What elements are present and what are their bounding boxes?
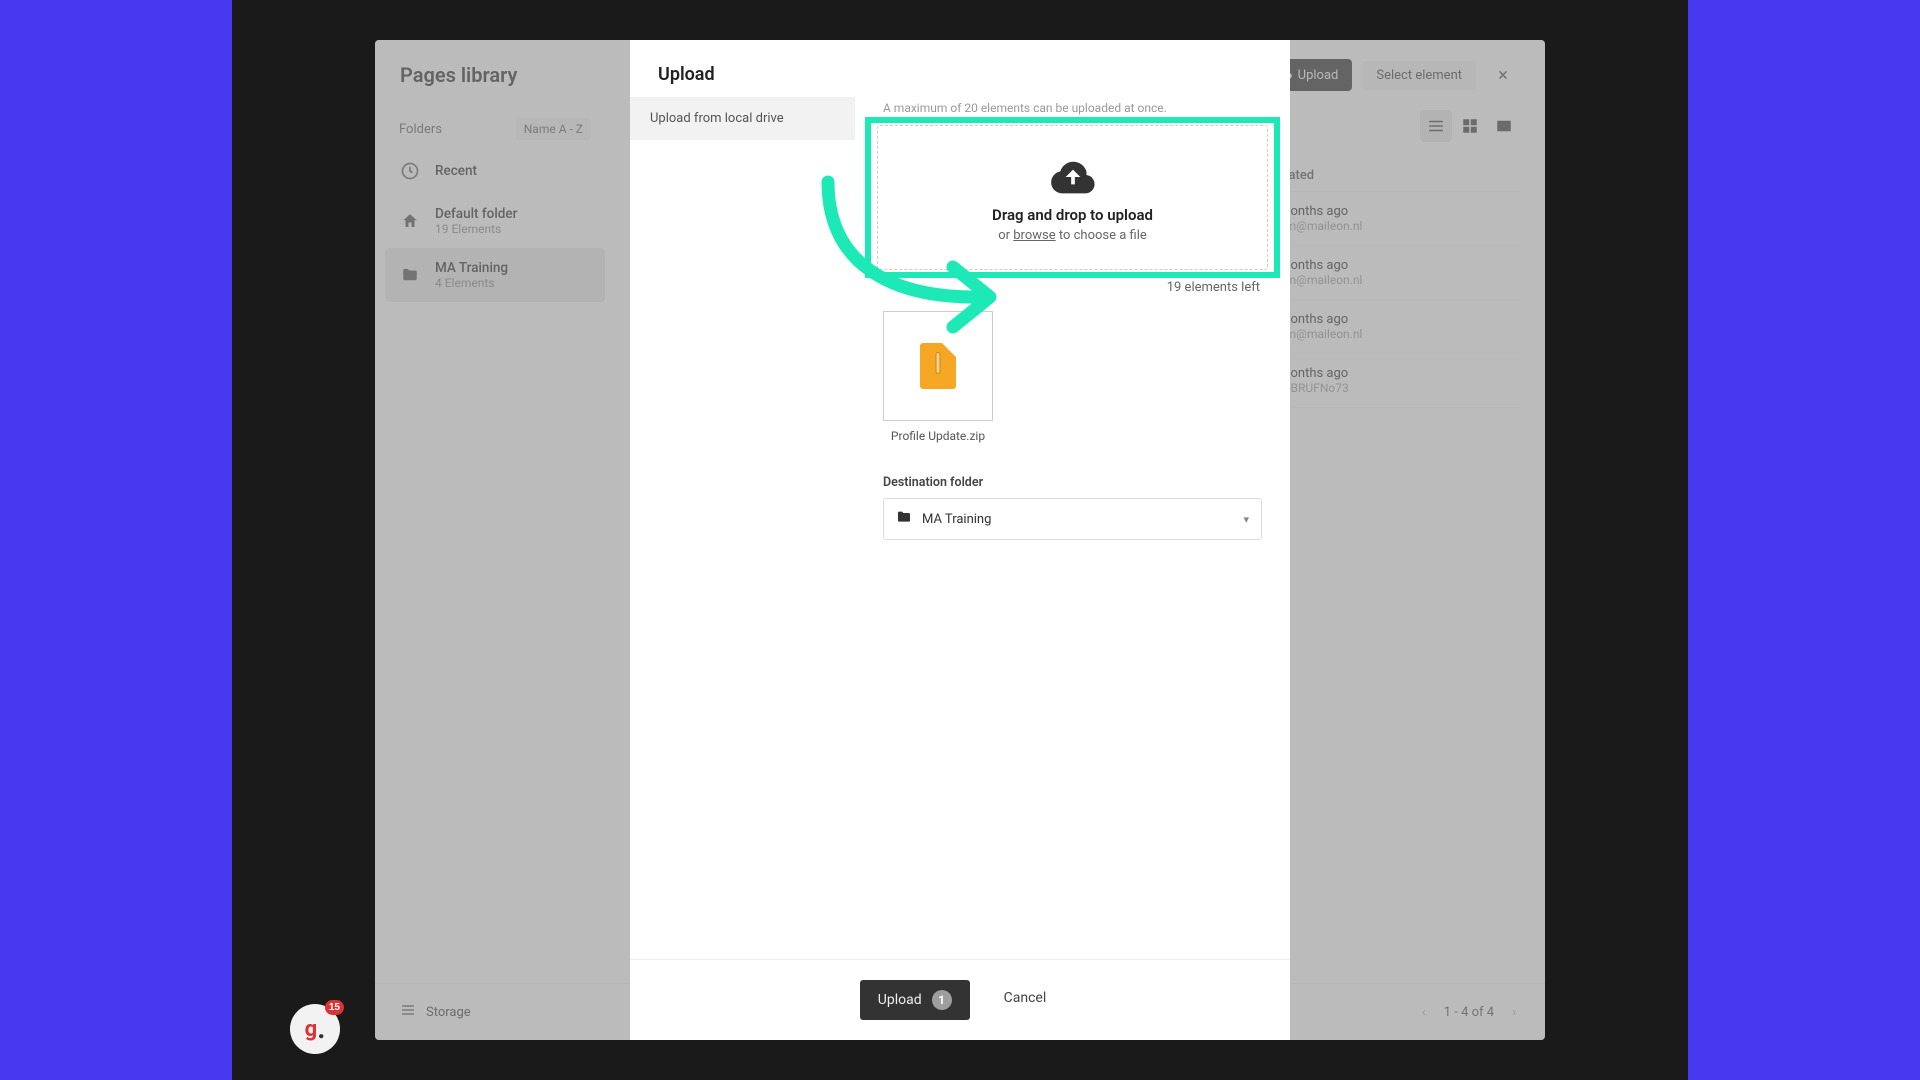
- sidebar-item-ma-training[interactable]: MA Training4 Elements: [385, 248, 605, 302]
- elements-left-label: 19 elements left: [885, 280, 1260, 295]
- view-grid-icon[interactable]: [1454, 110, 1486, 142]
- app-window: Pages library Upload Select element × Fo…: [375, 40, 1545, 1040]
- select-element-button[interactable]: Select element: [1362, 61, 1476, 90]
- confirm-upload-button[interactable]: Upload 1: [860, 980, 970, 1020]
- uploaded-file-name: Profile Update.zip: [891, 429, 985, 443]
- zip-file-icon: [920, 343, 956, 389]
- cancel-button[interactable]: Cancel: [990, 980, 1061, 1020]
- page-title: Pages library: [400, 63, 517, 87]
- cloud-upload-icon: [1051, 160, 1095, 198]
- folder-sort-chip[interactable]: Name A - Z: [516, 118, 591, 140]
- uploaded-file-card[interactable]: Profile Update.zip: [883, 311, 993, 443]
- chevron-down-icon: ▾: [1243, 513, 1249, 526]
- modal-title: Upload: [630, 40, 1290, 97]
- upload-hint: A maximum of 20 elements can be uploaded…: [883, 101, 1262, 115]
- home-icon: [399, 210, 421, 232]
- storage-button[interactable]: Storage: [400, 1002, 471, 1022]
- brand-logo[interactable]: g. 15: [290, 1004, 340, 1054]
- prev-page-button[interactable]: ‹: [1418, 1005, 1430, 1020]
- view-list-icon[interactable]: [1420, 110, 1452, 142]
- close-page-button[interactable]: ×: [1486, 58, 1520, 92]
- menu-icon: [400, 1002, 416, 1022]
- sidebar-item-recent[interactable]: Recent: [385, 148, 605, 194]
- dropzone-title: Drag and drop to upload: [992, 206, 1153, 224]
- dropzone-subtitle: or browse to choose a file: [998, 228, 1147, 243]
- destination-folder-select[interactable]: MA Training ▾: [883, 498, 1262, 540]
- pagination: ‹ 1 - 4 of 4 ›: [1418, 1005, 1520, 1020]
- upload-source-local[interactable]: Upload from local drive: [630, 97, 855, 140]
- upload-count-badge: 1: [932, 990, 952, 1010]
- folder-icon: [399, 264, 421, 286]
- sidebar-item-default-folder[interactable]: Default folder19 Elements: [385, 194, 605, 248]
- destination-label: Destination folder: [883, 475, 1262, 490]
- clock-icon: [399, 160, 421, 182]
- sidebar: Folders Name A - Z Recent Default folder…: [375, 110, 615, 990]
- upload-modal: Upload Upload from local drive A maximum…: [630, 40, 1290, 1040]
- browse-link[interactable]: browse: [1013, 228, 1055, 243]
- upload-dropzone[interactable]: Drag and drop to upload or browse to cho…: [877, 125, 1268, 270]
- folder-icon: [896, 509, 912, 529]
- brand-badge: 15: [325, 1000, 344, 1015]
- folders-label: Folders: [399, 122, 442, 137]
- next-page-button[interactable]: ›: [1508, 1005, 1520, 1020]
- view-card-icon[interactable]: [1488, 110, 1520, 142]
